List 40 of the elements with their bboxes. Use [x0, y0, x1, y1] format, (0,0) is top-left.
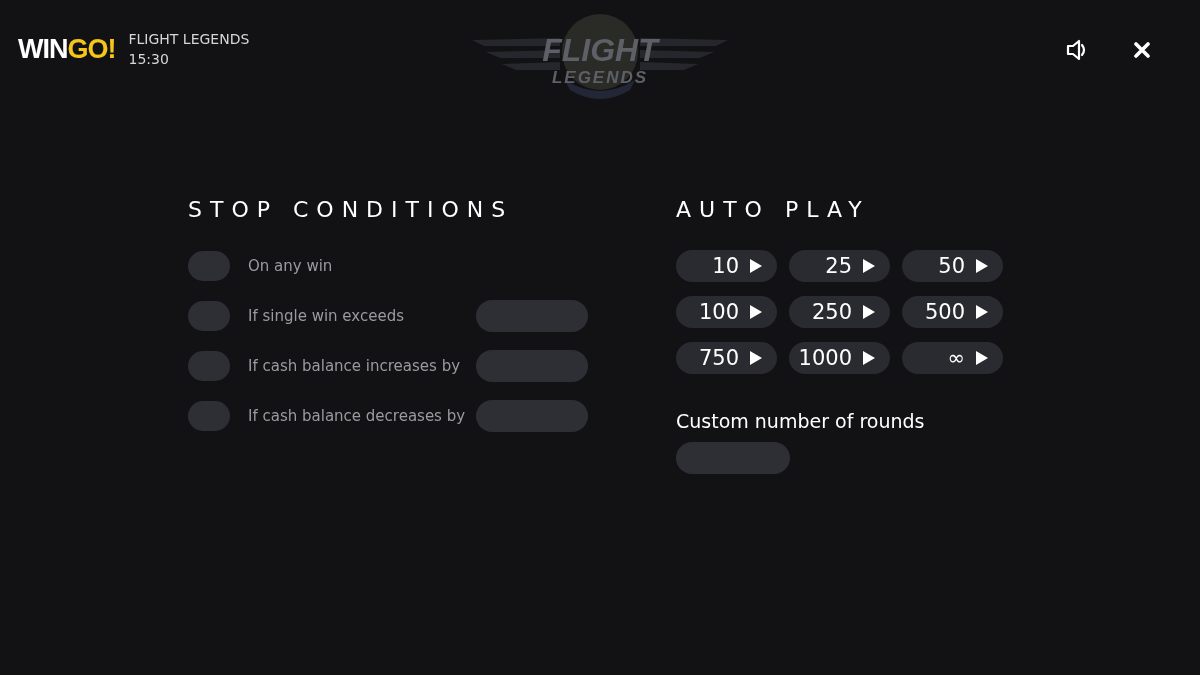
clock-time: 15:30 [128, 50, 170, 69]
toggle-switch[interactable] [188, 351, 230, 381]
rounds-button[interactable]: 50 [902, 250, 1003, 282]
play-icon [975, 304, 989, 320]
condition-label: If cash balance decreases by [248, 407, 467, 425]
amount-field[interactable] [476, 400, 588, 432]
close-icon [1134, 42, 1150, 58]
amount-field[interactable] [476, 300, 588, 332]
play-icon [862, 304, 876, 320]
play-icon [862, 258, 876, 274]
rounds-button[interactable]: 1000 [789, 342, 890, 374]
rounds-button[interactable]: 500 [902, 296, 1003, 328]
rounds-field[interactable] [676, 442, 790, 474]
play-icon [975, 258, 989, 274]
toggle-switch[interactable] [188, 251, 230, 281]
play-icon [862, 350, 876, 366]
custom-rounds-label: Custom number of rounds [676, 410, 926, 432]
play-icon [749, 350, 763, 366]
toggle-switch[interactable] [188, 401, 230, 431]
rounds-button[interactable]: 25 [789, 250, 890, 282]
toggle-switch[interactable] [188, 301, 230, 331]
play-icon [749, 258, 763, 274]
rounds-button[interactable]: 10 [676, 250, 777, 282]
logo-subtext: LEGENDS [550, 68, 650, 88]
rounds-button[interactable]: 250 [789, 296, 890, 328]
play-icon [975, 350, 989, 366]
game-title: FLIGHT LEGENDS [128, 30, 250, 49]
amount-field[interactable] [476, 350, 588, 382]
rounds-button[interactable]: 750 [676, 342, 777, 374]
condition-label: On any win [248, 257, 334, 275]
logo-text: FLIGHT [541, 32, 661, 68]
condition-label: If single win exceeds [248, 307, 405, 325]
section-title: STOP CONDITIONS [188, 196, 515, 224]
section-title: AUTO PLAY [676, 196, 871, 224]
rounds-button[interactable]: 100 [676, 296, 777, 328]
close-button[interactable] [1134, 42, 1150, 58]
brand-logo: WINGO! [18, 33, 116, 65]
rounds-button[interactable]: ∞ [902, 342, 1003, 374]
play-icon [749, 304, 763, 320]
condition-label: If cash balance increases by [248, 357, 462, 375]
